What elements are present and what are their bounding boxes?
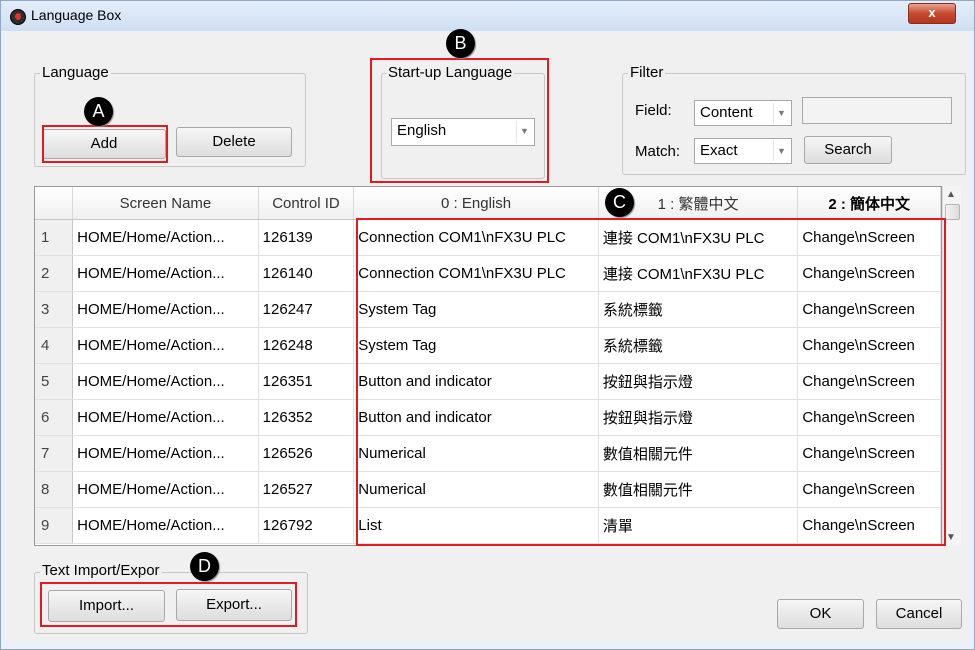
control-id-cell[interactable]: 126247	[258, 291, 355, 328]
annotation-badge-c: C	[605, 188, 634, 217]
language-group-label: Language	[40, 64, 111, 81]
delete-button[interactable]: Delete	[176, 127, 292, 157]
scroll-down-icon[interactable]: ▼	[946, 532, 956, 543]
row-number[interactable]: 5	[35, 363, 74, 400]
screen-name-cell[interactable]: HOME/Home/Action...	[72, 507, 259, 544]
field-select[interactable]: Content ▼	[694, 100, 792, 126]
screen-name-cell[interactable]: HOME/Home/Action...	[72, 219, 259, 256]
control-id-cell[interactable]: 126792	[258, 507, 355, 544]
match-value: Exact	[700, 142, 738, 159]
row-number[interactable]: 9	[35, 507, 74, 544]
control-id-cell[interactable]: 126527	[258, 471, 355, 508]
row-number[interactable]: 6	[35, 399, 74, 436]
control-id-cell[interactable]: 126351	[258, 363, 355, 400]
search-button[interactable]: Search	[804, 136, 892, 164]
cancel-button[interactable]: Cancel	[876, 599, 962, 629]
column-header-simplified-chinese[interactable]: 2 : 簡体中文	[797, 187, 941, 220]
chevron-down-icon: ▼	[773, 141, 789, 161]
row-number[interactable]: 2	[35, 255, 74, 292]
field-value: Content	[700, 104, 753, 121]
filter-group-label: Filter	[628, 64, 666, 81]
window-title: Language Box	[31, 7, 122, 23]
screen-name-cell[interactable]: HOME/Home/Action...	[72, 291, 259, 328]
app-logo-icon	[10, 9, 26, 25]
chevron-down-icon: ▼	[773, 103, 789, 123]
row-number[interactable]: 7	[35, 435, 74, 472]
title-bar: Language Box x	[1, 1, 974, 31]
close-button[interactable]: x	[908, 3, 956, 24]
scrollbar-thumb[interactable]	[945, 204, 960, 220]
annotation-badge-a: A	[84, 97, 113, 126]
control-id-cell[interactable]: 126352	[258, 399, 355, 436]
match-select[interactable]: Exact ▼	[694, 138, 792, 164]
screen-name-cell[interactable]: HOME/Home/Action...	[72, 327, 259, 364]
search-input[interactable]	[802, 97, 952, 124]
screen-name-cell[interactable]: HOME/Home/Action...	[72, 363, 259, 400]
highlight-import-export	[40, 582, 297, 627]
highlight-add-button	[42, 125, 168, 163]
scroll-up-icon[interactable]: ▲	[946, 189, 956, 200]
screen-name-cell[interactable]: HOME/Home/Action...	[72, 471, 259, 508]
ok-button[interactable]: OK	[777, 599, 864, 629]
annotation-badge-b: B	[446, 29, 475, 58]
highlight-translation-columns	[356, 218, 946, 546]
screen-name-cell[interactable]: HOME/Home/Action...	[72, 435, 259, 472]
table-header-row: Screen Name Control ID 0 : English 1 : 繁…	[35, 187, 941, 220]
highlight-startup-language	[370, 58, 549, 183]
row-number[interactable]: 3	[35, 291, 74, 328]
column-header-english[interactable]: 0 : English	[353, 187, 599, 220]
screen-name-cell[interactable]: HOME/Home/Action...	[72, 399, 259, 436]
row-number[interactable]: 8	[35, 471, 74, 508]
field-label: Field:	[635, 102, 672, 119]
control-id-cell[interactable]: 126140	[258, 255, 355, 292]
control-id-cell[interactable]: 126248	[258, 327, 355, 364]
row-number-header[interactable]	[35, 187, 74, 220]
screen-name-cell[interactable]: HOME/Home/Action...	[72, 255, 259, 292]
annotation-badge-d: D	[190, 552, 219, 581]
language-box-window: Language Box x Language Add Delete Start…	[0, 0, 975, 650]
column-header-screen-name[interactable]: Screen Name	[72, 187, 259, 220]
control-id-cell[interactable]: 126139	[258, 219, 355, 256]
match-label: Match:	[635, 143, 681, 160]
row-number[interactable]: 4	[35, 327, 74, 364]
text-import-export-label: Text Import/Expor	[40, 562, 162, 579]
control-id-cell[interactable]: 126526	[258, 435, 355, 472]
column-header-control-id[interactable]: Control ID	[258, 187, 355, 220]
row-number[interactable]: 1	[35, 219, 74, 256]
